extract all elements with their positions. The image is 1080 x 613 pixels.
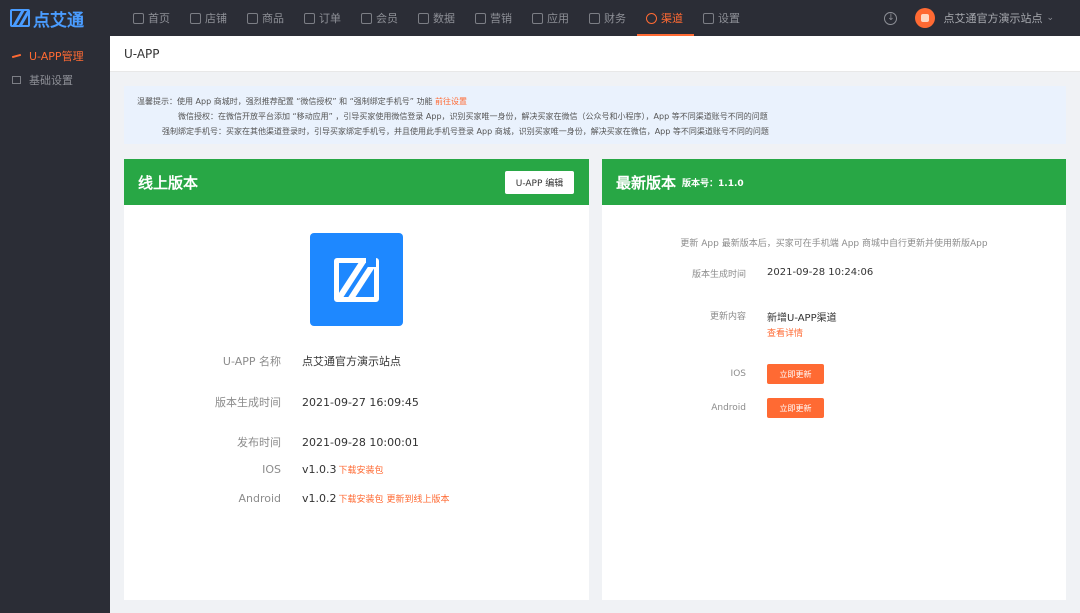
home-icon xyxy=(133,12,144,24)
app-logo-icon xyxy=(310,233,403,326)
update-content-row: 更新内容 新增U-APP渠道 查看详情 xyxy=(709,312,837,339)
card-title: 线上版本 xyxy=(138,173,199,192)
nav-apps[interactable]: 应用 xyxy=(523,0,580,36)
data-icon xyxy=(418,12,429,24)
notice-line-1: 温馨提示：使用 App 商城时，强烈推荐配置 “微信授权” 和 “强制绑定手机号… xyxy=(137,97,468,106)
android-update-button[interactable]: 立即更新 xyxy=(767,398,824,418)
settings-list-icon xyxy=(12,76,21,84)
nav-goods[interactable]: 商品 xyxy=(238,0,295,36)
version-number: 版本号：1.1.0 xyxy=(682,178,744,189)
ios-download-link[interactable]: 下载安装包 xyxy=(339,463,384,476)
member-icon xyxy=(361,12,372,24)
app-name-row: U-APP 名称 点艾通官方演示站点 xyxy=(222,355,401,368)
finance-icon xyxy=(589,12,600,24)
channel-icon xyxy=(646,12,657,24)
nav-order[interactable]: 订单 xyxy=(295,0,352,36)
ios-update-button[interactable]: 立即更新 xyxy=(767,364,824,384)
nav-channel[interactable]: 渠道 xyxy=(637,0,694,36)
update-note: 更新 App 最新版本后，买家可在手机端 App 商城中自行更新并使用新版App xyxy=(680,239,988,249)
view-details-link[interactable]: 查看详情 xyxy=(767,326,837,339)
apps-icon xyxy=(532,12,543,24)
site-switcher[interactable]: 点艾通官方演示站点 xyxy=(943,10,1042,26)
sidebar-item-label: U-APP管理 xyxy=(29,50,84,63)
tip-notice: 温馨提示：使用 App 商城时，强烈推荐配置 “微信授权” 和 “强制绑定手机号… xyxy=(124,86,1066,144)
marketing-icon xyxy=(475,12,486,24)
brand-mark-icon xyxy=(10,9,30,27)
latest-version-header: 最新版本 版本号：1.1.0 xyxy=(602,159,1066,205)
uapp-icon xyxy=(11,53,22,59)
top-navbar: 点艾通 首页 店铺 商品 订单 会员 数据 营销 应用 财务 渠道 设置 ↓ 点… xyxy=(0,0,1080,36)
download-icon[interactable]: ↓ xyxy=(884,11,898,25)
top-right-area: ↓ 点艾通官方演示站点 ⌄ xyxy=(884,0,1080,36)
latest-ios-row: IOS 立即更新 xyxy=(577,364,824,384)
nav-finance[interactable]: 财务 xyxy=(580,0,637,36)
online-version-header: 线上版本 U-APP 编辑 xyxy=(124,159,589,205)
sidebar-item-label: 基础设置 xyxy=(29,74,73,87)
breadcrumb: U-APP xyxy=(110,36,1080,72)
goto-settings-link[interactable]: 前往设置 xyxy=(435,97,467,106)
nav-settings[interactable]: 设置 xyxy=(694,0,751,36)
android-download-link[interactable]: 下载安装包 xyxy=(339,492,384,505)
store-icon xyxy=(190,12,201,24)
brand-name: 点艾通 xyxy=(33,10,84,31)
main-nav: 首页 店铺 商品 订单 会员 数据 营销 应用 财务 渠道 设置 xyxy=(110,0,751,36)
brand-logo[interactable]: 点艾通 xyxy=(0,0,110,36)
latest-build-time-row: 版本生成时间 2021-09-28 10:24:06 xyxy=(691,267,874,280)
goods-icon xyxy=(247,12,258,24)
android-row: Android v1.0.2 下载安装包 更新到线上版本 xyxy=(238,492,450,505)
avatar[interactable] xyxy=(915,8,936,28)
uapp-edit-button[interactable]: U-APP 编辑 xyxy=(505,170,574,194)
publish-time-row: 发布时间 2021-09-28 10:00:01 xyxy=(237,435,419,450)
sidebar-item-basic-settings[interactable]: 基础设置 xyxy=(0,68,110,92)
notice-line-2: 微信授权：在微信开放平台添加 “移动应用” ，引导买家使用微信登录 App，识别… xyxy=(178,112,768,121)
nav-member[interactable]: 会员 xyxy=(352,0,409,36)
nav-home[interactable]: 首页 xyxy=(124,0,181,36)
notice-line-3: 强制绑定手机号：买家在其他渠道登录时，引导买家绑定手机号，并且使用此手机号登录 … xyxy=(162,127,769,136)
latest-version-card: 最新版本 版本号：1.1.0 更新 App 最新版本后，买家可在手机端 App … xyxy=(602,159,1066,600)
latest-android-row: Android 立即更新 xyxy=(577,398,824,418)
nav-marketing[interactable]: 营销 xyxy=(466,0,523,36)
sidebar: U-APP管理 基础设置 xyxy=(0,36,110,613)
build-time-row: 版本生成时间 2021-09-27 16:09:45 xyxy=(215,395,419,410)
chevron-down-icon[interactable]: ⌄ xyxy=(1046,13,1054,23)
online-version-card: 线上版本 U-APP 编辑 U-APP 名称 点艾通官方演示站点 版本生成时间 … xyxy=(124,159,589,600)
android-update-link[interactable]: 更新到线上版本 xyxy=(387,492,450,505)
page-title: U-APP xyxy=(124,46,160,61)
nav-data[interactable]: 数据 xyxy=(409,0,466,36)
ios-row: IOS v1.0.3 下载安装包 xyxy=(262,463,384,476)
sidebar-item-uapp[interactable]: U-APP管理 xyxy=(0,44,110,68)
settings-icon xyxy=(703,12,714,24)
nav-store[interactable]: 店铺 xyxy=(181,0,238,36)
card-title: 最新版本 xyxy=(616,173,677,192)
order-icon xyxy=(304,12,315,24)
